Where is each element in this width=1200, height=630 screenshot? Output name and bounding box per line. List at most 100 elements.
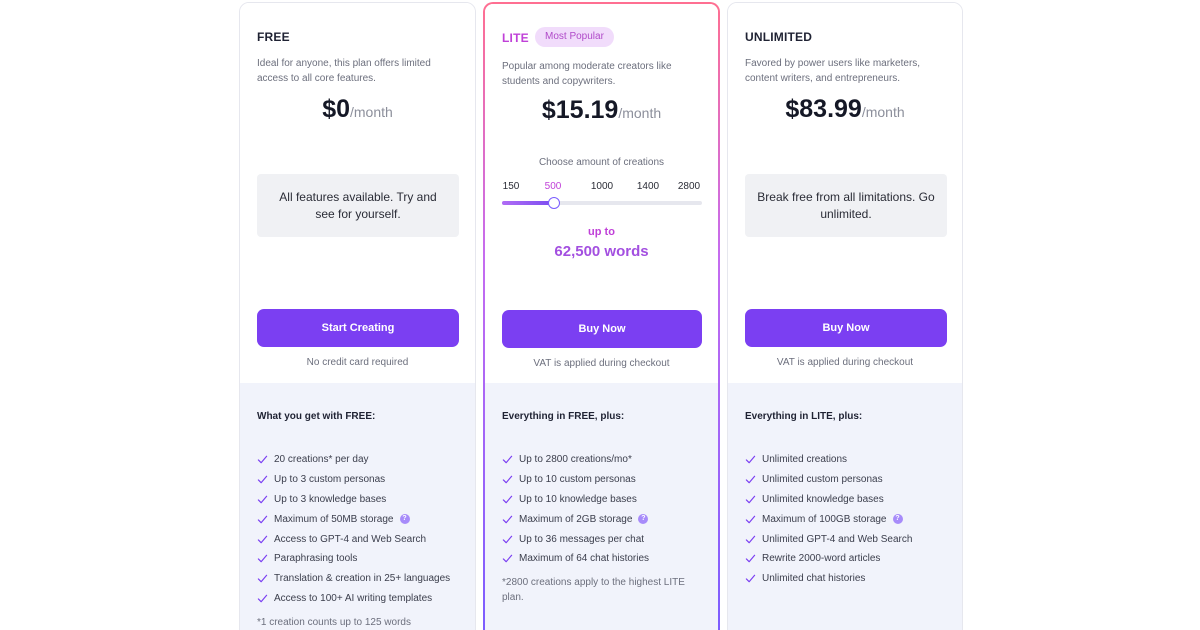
price-amount: $15.19 <box>541 96 619 124</box>
feature-text: Access to 100+ AI writing templates <box>274 592 433 604</box>
plan-footnote: *2800 creations apply to the highest LIT… <box>502 577 685 603</box>
check-icon <box>257 515 268 524</box>
feature-text: Up to 3 knowledge bases <box>274 493 387 505</box>
feature-item: Up to 3 custom personas <box>257 470 450 490</box>
feature-item: Translation & creation in 25+ languages <box>257 569 450 589</box>
tick-option[interactable]: 1400 <box>637 181 659 192</box>
check-icon <box>745 574 756 583</box>
most-popular-badge: Most Popular <box>535 27 614 47</box>
feature-text: Up to 36 messages per chat <box>519 533 645 545</box>
check-icon <box>257 574 268 583</box>
tick-option[interactable]: 150 <box>503 181 520 192</box>
feature-item: Up to 2800 creations/mo* <box>502 450 649 470</box>
feature-text: Up to 10 knowledge bases <box>519 493 637 505</box>
help-icon[interactable]: ? <box>399 514 410 525</box>
plan-footnote: *1 creation counts up to 125 words <box>257 617 411 628</box>
slider-thumb[interactable] <box>548 197 560 209</box>
check-icon <box>502 475 513 484</box>
plan-card-free: FREE Ideal for anyone, this plan offers … <box>239 2 476 630</box>
feature-text: Unlimited chat histories <box>762 573 866 585</box>
check-icon <box>745 475 756 484</box>
feature-item: Maximum of 50MB storage? <box>257 509 450 529</box>
feature-item: Access to 100+ AI writing templates <box>257 589 450 609</box>
feature-text: Paraphrasing tools <box>274 553 358 565</box>
features-heading: Everything in FREE, plus: <box>502 411 625 422</box>
check-icon <box>257 475 268 484</box>
feature-item: Up to 10 custom personas <box>502 470 649 490</box>
plan-name: FREE <box>257 30 290 44</box>
plan-card-unlimited: UNLIMITED Favored by power users like ma… <box>727 2 963 630</box>
plan-description: Ideal for anyone, this plan offers limit… <box>257 58 431 84</box>
feature-item: Up to 3 knowledge bases <box>257 490 450 510</box>
check-icon <box>502 535 513 543</box>
check-icon <box>502 495 513 504</box>
features-heading: Everything in LITE, plus: <box>745 411 863 422</box>
feature-item: Rewrite 2000-word articles <box>745 549 912 569</box>
check-icon <box>745 515 756 524</box>
check-icon <box>745 555 756 563</box>
plan-note: VAT is applied during checkout <box>533 358 670 369</box>
feature-text: Rewrite 2000-word articles <box>762 553 881 565</box>
plan-card-lite: LITE Most Popular Popular among moderate… <box>483 2 720 630</box>
plan-info-box: Break free from all limitations. Go unli… <box>745 174 947 237</box>
help-icon[interactable]: ? <box>638 514 649 525</box>
feature-item: Unlimited custom personas <box>745 470 912 490</box>
price-period: /month <box>861 104 905 120</box>
start-creating-button[interactable]: Start Creating <box>257 309 459 347</box>
price-amount: $83.99 <box>785 95 862 123</box>
feature-item: Unlimited GPT-4 and Web Search <box>745 529 912 549</box>
feature-text: Maximum of 50MB storage <box>274 513 394 525</box>
check-icon <box>257 535 268 543</box>
plan-features-panel: What you get with FREE: 20 creations* pe… <box>240 383 475 630</box>
feature-item: Maximum of 64 chat histories <box>502 549 649 569</box>
feature-list: Unlimited creations Unlimited custom pers… <box>745 450 912 589</box>
feature-text: Up to 2800 creations/mo* <box>519 454 632 466</box>
creations-tick-labels: 150 500 1000 1400 2800 <box>502 181 702 195</box>
check-icon <box>257 495 268 504</box>
feature-list: Up to 2800 creations/mo* Up to 10 custom … <box>502 450 649 569</box>
price-amount: $0 <box>322 95 350 123</box>
plan-note: No credit card required <box>306 357 409 368</box>
plan-summary: LITE Most Popular Popular among moderate… <box>485 4 718 384</box>
plan-features-panel: Everything in FREE, plus: Up to 2800 cre… <box>485 383 718 630</box>
check-icon <box>257 555 268 563</box>
feature-text: Translation & creation in 25+ languages <box>274 573 451 585</box>
creations-slider[interactable] <box>502 197 702 209</box>
buy-now-button-unlimited[interactable]: Buy Now <box>745 309 947 347</box>
feature-item: Unlimited chat histories <box>745 569 912 589</box>
check-icon <box>257 456 268 464</box>
plan-price: $0/month <box>240 95 475 124</box>
check-icon <box>502 555 513 563</box>
plan-name: UNLIMITED <box>745 30 813 44</box>
plan-info-box: All features available. Try and see for … <box>257 174 459 237</box>
tick-option[interactable]: 1000 <box>591 181 613 192</box>
slider-fill <box>502 201 554 205</box>
feature-text: Up to 10 custom personas <box>519 474 636 486</box>
price-period: /month <box>618 105 662 121</box>
plan-price: $15.19/month <box>485 96 718 125</box>
buy-now-button-lite[interactable]: Buy Now <box>502 310 702 348</box>
feature-text: Unlimited knowledge bases <box>762 493 884 505</box>
price-period: /month <box>350 104 393 120</box>
help-icon[interactable]: ? <box>892 514 903 525</box>
check-icon <box>502 456 513 464</box>
feature-text: Unlimited creations <box>762 454 848 466</box>
tick-option[interactable]: 2800 <box>678 181 700 192</box>
plan-description: Favored by power users like marketers, c… <box>745 58 921 84</box>
tick-option[interactable]: 500 <box>545 181 562 192</box>
feature-text: 20 creations* per day <box>274 454 369 466</box>
check-icon <box>502 515 513 524</box>
feature-list: 20 creations* per day Up to 3 custom pers… <box>257 450 450 608</box>
feature-item: 20 creations* per day <box>257 450 450 470</box>
check-icon <box>745 495 756 504</box>
plan-summary: FREE Ideal for anyone, this plan offers … <box>240 3 475 383</box>
feature-item: Unlimited creations <box>745 450 912 470</box>
check-icon <box>257 594 268 603</box>
words-prefix: up to <box>588 226 615 238</box>
feature-text: Maximum of 100GB storage <box>762 513 887 525</box>
features-heading: What you get with FREE: <box>257 411 376 422</box>
words-amount: 62,500 words <box>554 243 649 260</box>
feature-item: Up to 10 knowledge bases <box>502 490 649 510</box>
check-icon <box>745 456 756 464</box>
feature-text: Maximum of 64 chat histories <box>519 553 650 565</box>
